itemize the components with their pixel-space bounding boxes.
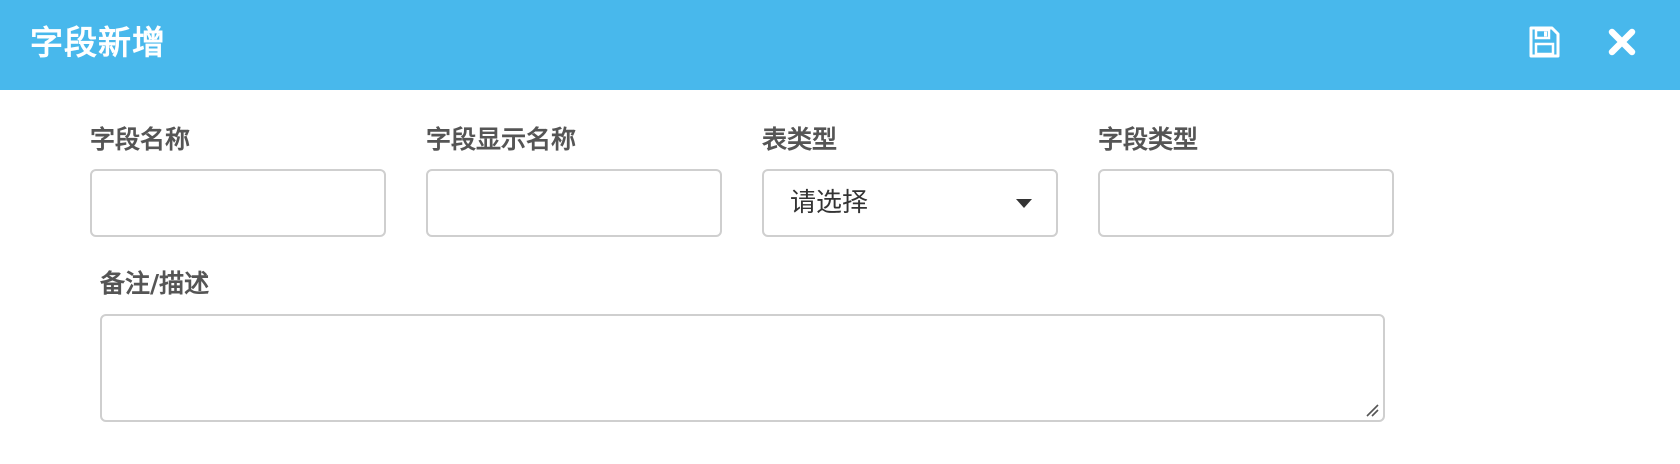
save-button[interactable] (1522, 20, 1566, 64)
close-button[interactable] (1600, 20, 1644, 64)
field-type-input[interactable] (1098, 169, 1394, 237)
resize-handle-icon[interactable] (1364, 402, 1380, 418)
save-icon (1529, 26, 1560, 58)
close-icon (1608, 28, 1636, 56)
field-type-label: 字段类型 (1098, 125, 1199, 154)
table-type-label: 表类型 (762, 125, 838, 154)
field-name-input[interactable] (90, 169, 386, 237)
chevron-down-icon (1016, 199, 1032, 208)
dialog-title: 字段新增 (30, 23, 166, 62)
dialog-header: 字段新增 (0, 0, 1680, 90)
table-type-selected-value: 请选择 (790, 188, 869, 218)
display-name-label: 字段显示名称 (426, 125, 577, 154)
remark-textarea[interactable] (100, 314, 1385, 422)
remark-label: 备注/描述 (100, 269, 210, 298)
display-name-input[interactable] (426, 169, 722, 237)
field-name-label: 字段名称 (90, 125, 191, 154)
table-type-select[interactable]: 请选择 (762, 169, 1058, 237)
